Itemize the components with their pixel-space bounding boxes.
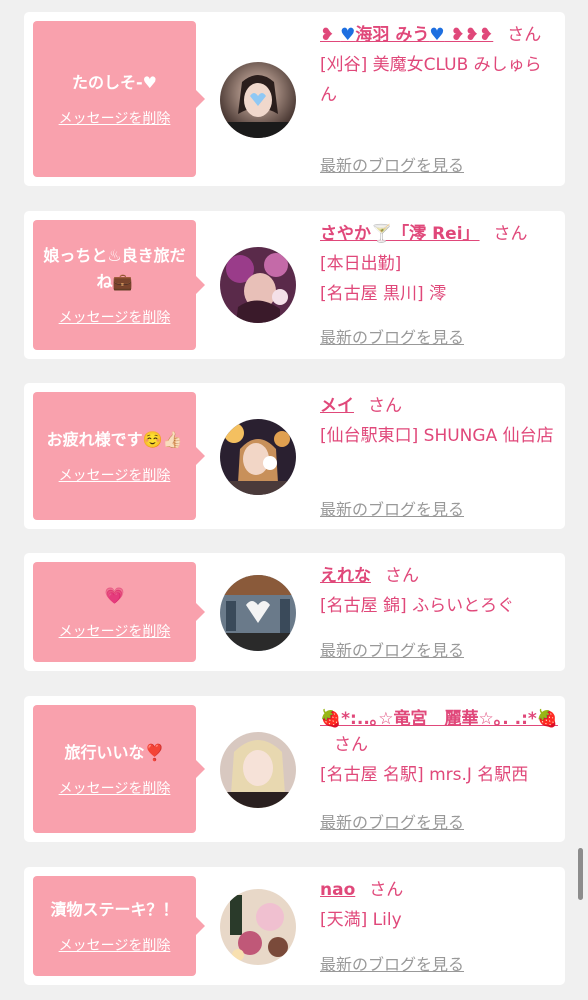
avatar[interactable]: [220, 62, 296, 138]
honorific: さん: [493, 224, 528, 244]
message-card: 娘っちと♨良き旅だね💼 メッセージを削除 さやか🍸「澪 Rei」 さん [本日出勤…: [24, 211, 565, 359]
delete-message-link[interactable]: メッセージを削除: [59, 465, 171, 485]
honorific: さん: [507, 25, 542, 45]
shop-info: [名古屋 黒川] 澪: [320, 284, 447, 304]
girl-name-link[interactable]: 🍓*:..｡☆竜宮 麗華☆｡. .:*🍓: [320, 709, 558, 729]
girl-info: メイ さん [仙台駅東口] SHUNGA 仙台店: [320, 393, 558, 451]
delete-message-link[interactable]: メッセージを削除: [59, 778, 171, 798]
latest-blog-link[interactable]: 最新のブログを見る: [320, 637, 464, 661]
honorific: さん: [334, 735, 368, 755]
girl-name-link[interactable]: えれな: [320, 566, 371, 586]
delete-message-link[interactable]: メッセージを削除: [59, 621, 171, 641]
message-text: 旅行いいな❣️: [64, 743, 165, 762]
delete-message-link[interactable]: メッセージを削除: [59, 108, 171, 128]
blue-heart-icon: ♥: [429, 25, 445, 45]
shop-info: [名古屋 錦] ふらいとろぐ: [320, 596, 515, 616]
girl-info: 🍓*:..｡☆竜宮 麗華☆｡. .:*🍓 さん [名古屋 名駅] mrs.J 名駅…: [320, 706, 558, 790]
honorific: さん: [369, 880, 404, 900]
message-bubble: たのしそ-♥ メッセージを削除: [33, 21, 205, 177]
message-card: 漬物ステーキ？！ メッセージを削除 nao さん [天満] Lily 最新のブログ…: [24, 867, 565, 985]
message-text: お疲れ様です☺️👍🏻: [46, 430, 183, 449]
honorific: さん: [368, 396, 402, 416]
girl-info: えれな さん [名古屋 錦] ふらいとろぐ: [320, 563, 558, 621]
message-text: 漬物ステーキ？！: [50, 900, 179, 919]
girl-name-link[interactable]: さやか🍸「澪 Rei」: [320, 224, 480, 244]
latest-blog-link[interactable]: 最新のブログを見る: [320, 809, 464, 833]
girl-info: さやか🍸「澪 Rei」 さん [本日出勤] [名古屋 黒川] 澪: [320, 221, 558, 309]
shop-info: [仙台駅東口] SHUNGA 仙台店: [320, 426, 554, 446]
girl-name-link[interactable]: メイ: [320, 396, 354, 416]
message-card: お疲れ様です☺️👍🏻 メッセージを削除 メイ さん [仙台駅東口] SHUNGA …: [24, 383, 565, 529]
latest-blog-link[interactable]: 最新のブログを見る: [320, 324, 464, 348]
message-card: たのしそ-♥ メッセージを削除 ❥ ♥海羽 みう♥ ❥❥❥ さん [刈谷] 美魔女…: [24, 12, 565, 186]
blue-heart-icon: ♥: [340, 25, 356, 45]
delete-message-link[interactable]: メッセージを削除: [59, 307, 171, 327]
girl-info: ❥ ♥海羽 みう♥ ❥❥❥ さん [刈谷] 美魔女CLUB みしゅらん: [320, 22, 558, 110]
avatar[interactable]: [220, 889, 296, 965]
message-text: 💗: [104, 586, 125, 605]
avatar[interactable]: [220, 419, 296, 495]
honorific: さん: [385, 566, 419, 586]
message-bubble: お疲れ様です☺️👍🏻 メッセージを削除: [33, 392, 205, 520]
message-bubble: 💗 メッセージを削除: [33, 562, 205, 662]
latest-blog-link[interactable]: 最新のブログを見る: [320, 152, 464, 176]
message-text: たのしそ-♥: [72, 73, 157, 92]
avatar[interactable]: [220, 247, 296, 323]
message-card: 旅行いいな❣️ メッセージを削除 🍓*:..｡☆竜宮 麗華☆｡. .:*🍓 さん …: [24, 696, 565, 842]
scrollbar[interactable]: [578, 848, 583, 900]
shop-info: [刈谷] 美魔女CLUB みしゅらん: [320, 55, 542, 105]
shop-info: [天満] Lily: [320, 910, 402, 930]
girl-info: nao さん [天満] Lily: [320, 877, 558, 935]
latest-blog-link[interactable]: 最新のブログを見る: [320, 496, 464, 520]
girl-name-link[interactable]: ❥ ♥海羽 みう♥ ❥❥❥: [320, 25, 493, 45]
avatar[interactable]: [220, 732, 296, 808]
name-text: 海羽 みう: [355, 25, 430, 45]
name-decoration: ❥: [320, 25, 341, 45]
shop-info: [名古屋 名駅] mrs.J 名駅西: [320, 765, 529, 785]
message-card: 💗 メッセージを削除 えれな さん [名古屋 錦] ふらいとろぐ 最新のブログを見…: [24, 553, 565, 671]
message-bubble: 旅行いいな❣️ メッセージを削除: [33, 705, 205, 833]
name-decoration: ❥❥❥: [444, 25, 494, 45]
girl-name-link[interactable]: nao: [320, 880, 355, 900]
message-bubble: 漬物ステーキ？！ メッセージを削除: [33, 876, 205, 976]
shop-info: [本日出勤]: [320, 254, 402, 274]
message-bubble: 娘っちと♨良き旅だね💼 メッセージを削除: [33, 220, 205, 350]
delete-message-link[interactable]: メッセージを削除: [59, 935, 171, 955]
latest-blog-link[interactable]: 最新のブログを見る: [320, 951, 464, 975]
message-text: 娘っちと♨良き旅だね💼: [43, 246, 186, 291]
avatar[interactable]: [220, 575, 296, 651]
